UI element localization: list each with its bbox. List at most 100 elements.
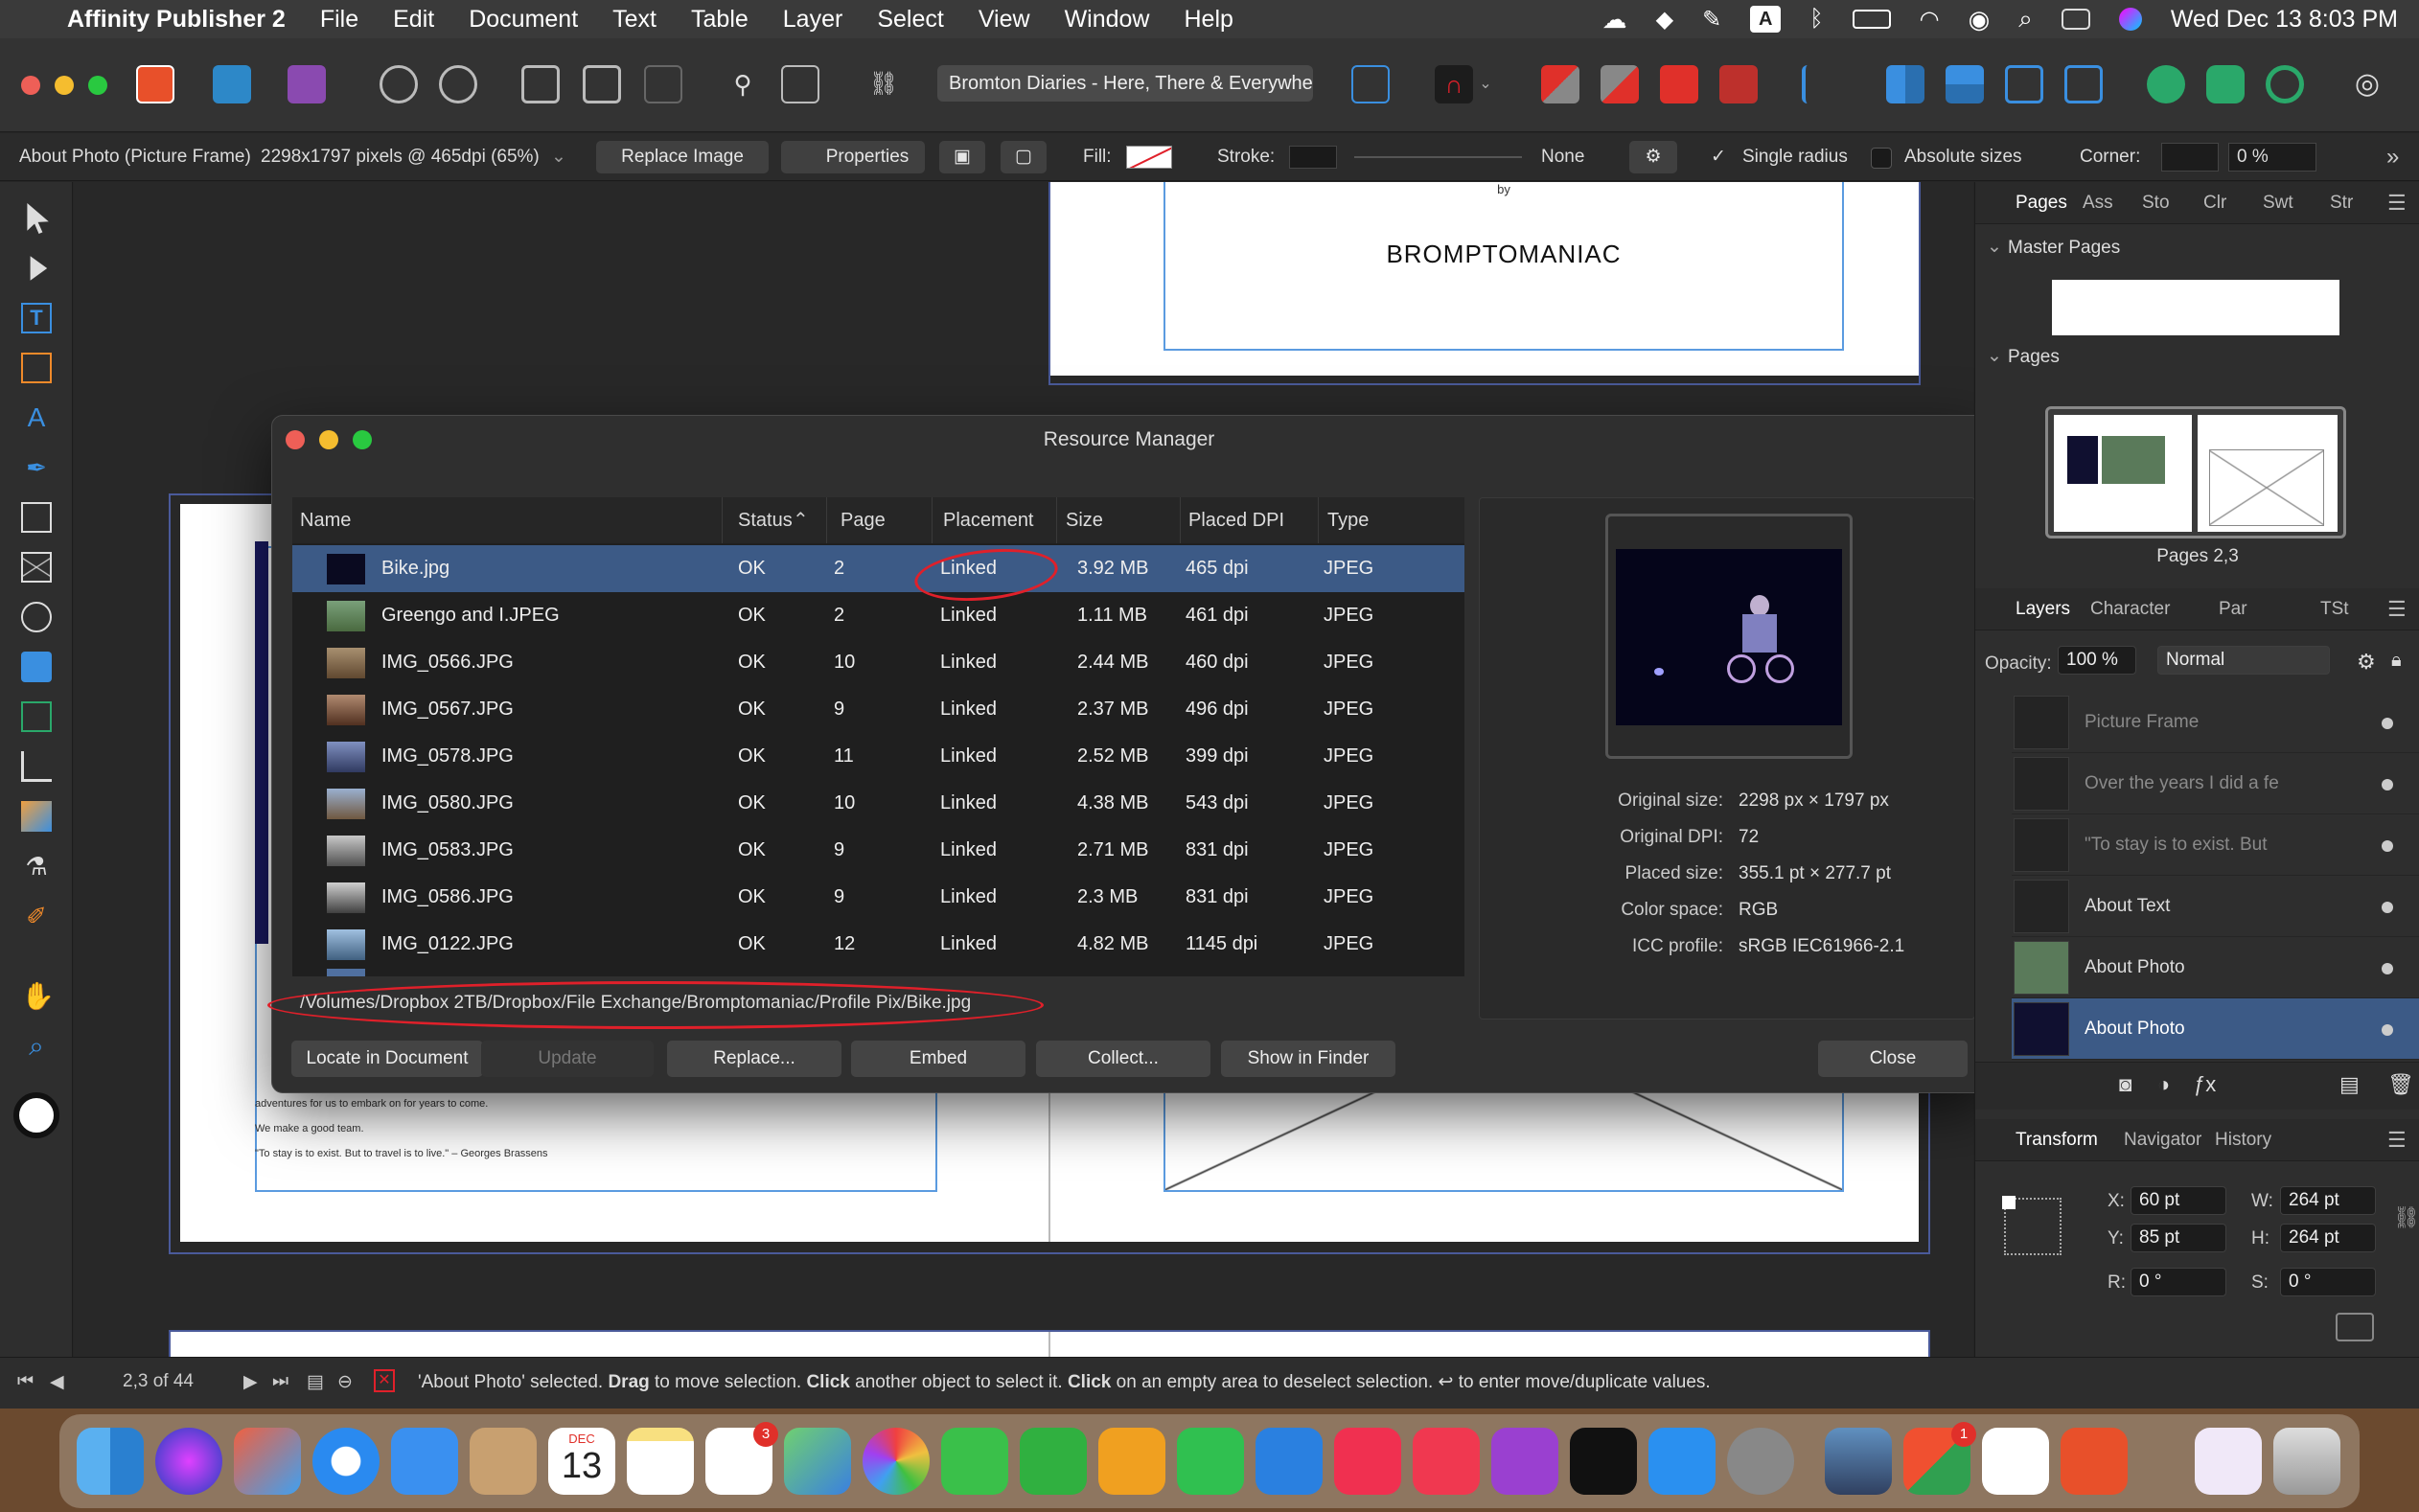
- bleed-icon[interactable]: [644, 65, 682, 103]
- calendar-icon[interactable]: DEC 13: [548, 1428, 615, 1495]
- close-button[interactable]: Close: [1818, 1041, 1968, 1077]
- veracrypt-icon[interactable]: [1982, 1428, 2049, 1495]
- script-icon[interactable]: ✎: [1702, 6, 1721, 34]
- previous-page-icon[interactable]: ◀: [50, 1371, 64, 1393]
- trash-dock-icon[interactable]: [2273, 1428, 2340, 1495]
- zoom-tool-icon[interactable]: ⌕: [21, 1031, 52, 1062]
- menu-table[interactable]: Table: [691, 6, 749, 34]
- tab-color[interactable]: Clr: [2203, 182, 2226, 224]
- link-icon[interactable]: ⛓: [864, 65, 903, 103]
- visibility-dot-icon[interactable]: [2382, 779, 2393, 790]
- bluetooth-icon[interactable]: ᛒ: [1809, 6, 1823, 33]
- afphoto-document-icon[interactable]: [2195, 1428, 2262, 1495]
- preferences-icon[interactable]: [380, 65, 418, 103]
- replace-image-button[interactable]: Replace Image: [596, 141, 769, 173]
- table-of-contents-tool-icon[interactable]: [21, 701, 52, 732]
- column-type[interactable]: Type: [1327, 497, 1369, 543]
- flip-vertical-icon[interactable]: [1946, 65, 1984, 103]
- tab-swatches[interactable]: Swt: [2263, 182, 2293, 224]
- tab-layers[interactable]: Layers: [2016, 588, 2070, 630]
- menu-file[interactable]: File: [320, 6, 358, 34]
- menu-app-name[interactable]: Affinity Publisher 2: [67, 6, 286, 34]
- gear-icon[interactable]: ⚙: [2357, 650, 2376, 675]
- table-row[interactable]: IMG_0586.JPG OK 9 Linked 2.3 MB 831 dpi …: [292, 874, 1464, 921]
- master-pages-label[interactable]: Master Pages: [2008, 238, 2120, 259]
- table-row[interactable]: IMG_0566.JPG OK 10 Linked 2.44 MB 460 dp…: [292, 639, 1464, 686]
- table-row[interactable]: IMG_0122.JPG OK 12 Linked 4.82 MB 1145 d…: [292, 921, 1464, 968]
- lock-icon[interactable]: 🔒︎: [2391, 650, 2402, 672]
- podcasts-icon[interactable]: [1491, 1428, 1558, 1495]
- creative-cloud-icon[interactable]: ☁: [1602, 5, 1627, 34]
- anchor-selector[interactable]: [2002, 1196, 2062, 1255]
- boolean-intersect-icon[interactable]: [2266, 65, 2304, 103]
- adjustment-icon[interactable]: ◑: [2157, 1072, 2170, 1097]
- properties-button[interactable]: Properties: [781, 141, 925, 173]
- flip-horizontal-icon[interactable]: [1886, 65, 1924, 103]
- trash-icon[interactable]: 🗑︎: [2387, 1072, 2414, 1097]
- pages-icon[interactable]: [1098, 1428, 1165, 1495]
- table-row[interactable]: Bike.jpg OK 2 Linked 3.92 MB 465 dpi JPE…: [292, 545, 1464, 592]
- master-page-thumbnail[interactable]: [2052, 280, 2339, 335]
- tab-text-styles[interactable]: TSt: [2320, 588, 2349, 630]
- logo-frame[interactable]: by BROMPTOMANIAC: [1163, 182, 1844, 351]
- arrange-backward-icon[interactable]: [1601, 65, 1639, 103]
- transparency-tool-icon[interactable]: ⚗: [21, 851, 52, 882]
- siri-icon[interactable]: [2118, 8, 2142, 31]
- replace-button[interactable]: Replace...: [667, 1041, 841, 1077]
- image-info[interactable]: 2298x1797 pixels @ 465dpi (65%): [261, 133, 540, 181]
- shear-field[interactable]: 0 °: [2280, 1268, 2376, 1296]
- layer-row-selected[interactable]: About Photo: [2012, 998, 2419, 1060]
- sort-ascending-icon[interactable]: ⌃: [793, 497, 809, 543]
- battery-icon[interactable]: [1852, 10, 1891, 29]
- close-window-button[interactable]: [21, 76, 40, 95]
- tab-paragraph[interactable]: Par: [2219, 588, 2247, 630]
- menu-view[interactable]: View: [979, 6, 1030, 34]
- column-placement[interactable]: Placement: [943, 497, 1034, 543]
- align-icon[interactable]: [1802, 65, 1840, 103]
- link-dimensions-icon[interactable]: ⛓: [2393, 1205, 2419, 1230]
- last-page-icon[interactable]: ⏭: [272, 1371, 288, 1392]
- embed-button[interactable]: Embed: [851, 1041, 1025, 1077]
- rotation-field[interactable]: 0 °: [2131, 1268, 2226, 1296]
- visibility-dot-icon[interactable]: [2382, 963, 2393, 974]
- photos-icon[interactable]: [863, 1428, 930, 1495]
- corner-type-select[interactable]: [2161, 143, 2219, 172]
- preview-mode-icon[interactable]: [583, 65, 621, 103]
- chevron-down-icon[interactable]: ⌄: [1987, 236, 2002, 258]
- photo-persona-icon[interactable]: [288, 65, 326, 103]
- notes-icon[interactable]: [627, 1428, 694, 1495]
- tab-pages[interactable]: Pages: [2016, 182, 2067, 224]
- layer-row[interactable]: About Text: [2012, 876, 2419, 937]
- snapping-magnet-icon[interactable]: ∩: [1435, 65, 1473, 103]
- tab-transform[interactable]: Transform: [2016, 1119, 2098, 1161]
- arrange-back-icon[interactable]: [1541, 65, 1579, 103]
- hand-tool-icon[interactable]: ✋: [21, 981, 55, 1012]
- table-row[interactable]: Greengo and I.JPEG OK 2 Linked 1.11 MB 4…: [292, 592, 1464, 639]
- add-layer-icon[interactable]: ▤: [2339, 1072, 2360, 1097]
- color-picker-tool-icon[interactable]: ✐: [21, 901, 52, 931]
- visibility-dot-icon[interactable]: [2382, 840, 2393, 852]
- fill-swatch[interactable]: [1126, 146, 1172, 169]
- anchor-top-left[interactable]: [2002, 1196, 2016, 1209]
- view-mode-icon[interactable]: [521, 65, 560, 103]
- document-title-field[interactable]: Bromton Diaries - Here, There & Everywhe…: [937, 65, 1313, 102]
- x-field[interactable]: 60 pt: [2131, 1186, 2226, 1215]
- layer-row[interactable]: Over the years I did a fe: [2012, 753, 2419, 814]
- blend-mode-select[interactable]: Normal: [2157, 646, 2330, 675]
- rectangle-tool-icon[interactable]: [21, 502, 52, 533]
- rotate-left-icon[interactable]: [2005, 65, 2043, 103]
- minimize-window-button[interactable]: [55, 76, 74, 95]
- ellipse-frame-tool-icon[interactable]: [21, 602, 52, 632]
- facetime-icon[interactable]: [1020, 1428, 1087, 1495]
- preview-app-icon[interactable]: [1825, 1428, 1892, 1495]
- arrange-forward-icon[interactable]: [1660, 65, 1698, 103]
- tab-stock[interactable]: Sto: [2142, 182, 2170, 224]
- menu-window[interactable]: Window: [1065, 6, 1150, 34]
- control-center-icon[interactable]: [2061, 9, 2090, 30]
- panel-menu-icon[interactable]: ☰: [2387, 1119, 2407, 1161]
- table-row[interactable]: IMG_0580.JPG OK 10 Linked 4.38 MB 543 dp…: [292, 780, 1464, 827]
- pages-label[interactable]: Pages: [2008, 347, 2060, 368]
- column-status[interactable]: Status: [738, 497, 793, 543]
- layer-row[interactable]: Picture Frame: [2012, 692, 2419, 753]
- music-icon[interactable]: [1413, 1428, 1480, 1495]
